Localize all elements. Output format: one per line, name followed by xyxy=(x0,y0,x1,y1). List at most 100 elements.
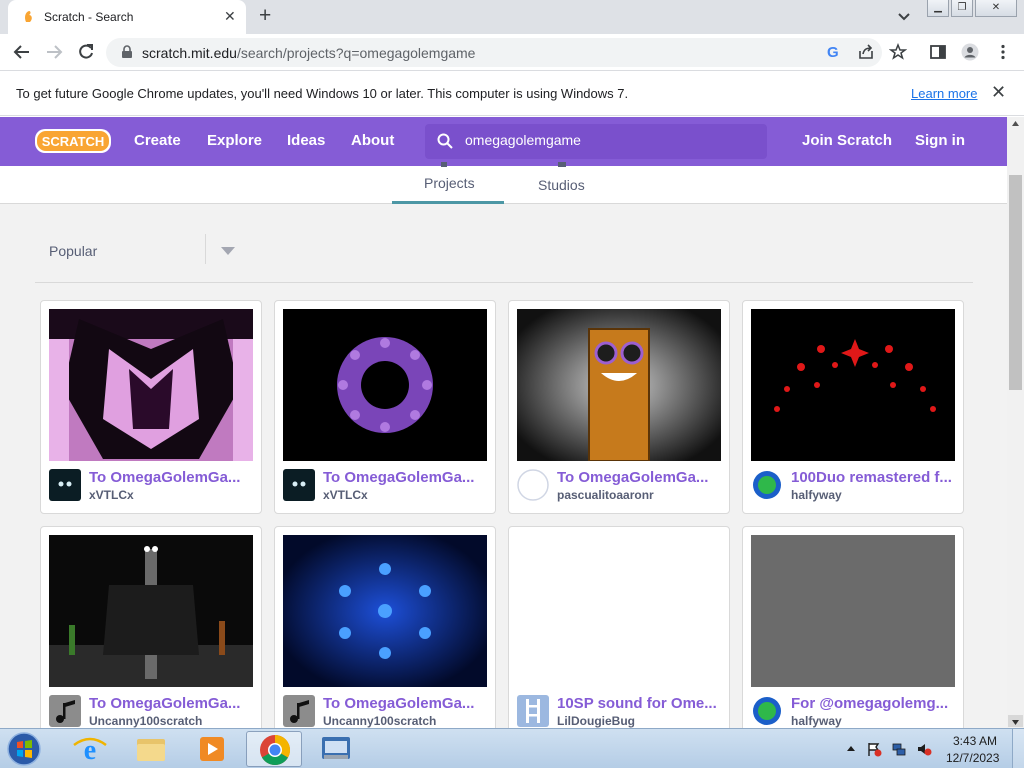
learn-more-link[interactable]: Learn more xyxy=(911,86,977,101)
tab-projects[interactable]: Projects xyxy=(424,175,475,191)
project-author[interactable]: LilDougieBug xyxy=(557,714,635,728)
project-thumbnail[interactable] xyxy=(49,309,253,461)
browser-tab-strip: Scratch - Search ✕ + ▁ ❐ ✕ xyxy=(0,0,1024,34)
restore-icon[interactable]: ❐ xyxy=(951,0,973,17)
network-icon[interactable] xyxy=(891,741,907,757)
project-thumbnail[interactable] xyxy=(49,535,253,687)
clock-time[interactable]: 3:43 AM xyxy=(953,734,997,748)
project-thumbnail[interactable] xyxy=(751,309,955,461)
update-info-bar: To get future Google Chrome updates, you… xyxy=(0,72,1024,116)
search-icon[interactable] xyxy=(437,133,453,149)
avatar[interactable] xyxy=(517,695,549,727)
project-author[interactable]: xVTLCx xyxy=(89,488,134,502)
address-bar[interactable]: scratch.mit.edu/search/projects?q=omegag… xyxy=(106,38,882,67)
search-input[interactable] xyxy=(465,132,755,148)
join-scratch-link[interactable]: Join Scratch xyxy=(802,132,892,149)
project-author[interactable]: xVTLCx xyxy=(323,488,368,502)
page-viewport: SCRATCH Create Explore Ideas About Join … xyxy=(0,117,1007,728)
lock-icon[interactable] xyxy=(120,45,134,59)
tab-close-icon[interactable]: ✕ xyxy=(224,8,236,24)
scroll-up-arrow-icon[interactable] xyxy=(1012,121,1019,126)
profile-avatar-icon[interactable] xyxy=(961,43,979,61)
avatar[interactable] xyxy=(49,695,81,727)
sort-dropdown[interactable]: Popular xyxy=(35,226,245,266)
show-desktop-button[interactable] xyxy=(1012,729,1024,768)
tab-studios[interactable]: Studios xyxy=(538,177,585,193)
volume-muted-icon[interactable] xyxy=(916,741,932,757)
project-card[interactable]: To OmegaGolemGa... pascualitoaaronr xyxy=(508,300,730,514)
sign-in-link[interactable]: Sign in xyxy=(915,132,965,149)
project-author[interactable]: pascualitoaaronr xyxy=(557,488,654,502)
show-hidden-icons-icon[interactable] xyxy=(843,741,859,757)
side-panel-icon[interactable] xyxy=(929,43,947,61)
start-button[interactable] xyxy=(4,730,44,768)
project-title[interactable]: To OmegaGolemGa... xyxy=(557,469,723,486)
nav-ideas[interactable]: Ideas xyxy=(287,132,325,149)
project-title[interactable]: To OmegaGolemGa... xyxy=(323,695,489,712)
avatar[interactable] xyxy=(49,469,81,501)
project-card[interactable]: To OmegaGolemGa... Uncanny100scratch xyxy=(40,526,262,728)
project-title[interactable]: 10SP sound for Ome... xyxy=(557,695,723,712)
studios-tab-icon xyxy=(558,162,566,167)
project-thumbnail[interactable] xyxy=(283,535,487,687)
bookmark-star-icon[interactable] xyxy=(889,43,907,61)
nav-explore[interactable]: Explore xyxy=(207,132,262,149)
minimize-icon[interactable]: ▁ xyxy=(927,0,949,17)
project-thumbnail[interactable] xyxy=(517,535,721,687)
avatar[interactable] xyxy=(283,469,315,501)
project-thumbnail[interactable] xyxy=(517,309,721,461)
new-tab-icon[interactable]: + xyxy=(259,5,271,27)
nav-create[interactable]: Create xyxy=(134,132,181,149)
project-thumbnail[interactable] xyxy=(751,535,955,687)
taskbar-media-player-icon[interactable] xyxy=(184,731,240,767)
sort-value: Popular xyxy=(49,243,98,259)
project-author[interactable]: halfyway xyxy=(791,488,842,502)
forward-arrow-icon[interactable] xyxy=(45,43,63,61)
scroll-down-arrow-icon[interactable] xyxy=(1008,715,1023,727)
taskbar-internet-explorer-icon[interactable]: e xyxy=(62,731,118,767)
project-title[interactable]: 100Duo remastered f... xyxy=(791,469,957,486)
window-close-icon[interactable]: ✕ xyxy=(975,0,1017,17)
reload-icon[interactable] xyxy=(77,43,95,61)
scrollbar-thumb[interactable] xyxy=(1009,175,1022,390)
taskbar-file-explorer-icon[interactable] xyxy=(123,731,179,767)
result-tabs: Projects Studios xyxy=(0,162,1007,204)
project-title[interactable]: For @omegagolemg... xyxy=(791,695,957,712)
project-card[interactable]: For @omegagolemg... halfyway xyxy=(742,526,964,728)
chrome-menu-icon[interactable] xyxy=(994,43,1012,61)
browser-tab[interactable]: Scratch - Search ✕ xyxy=(8,0,246,34)
avatar[interactable] xyxy=(283,695,315,727)
project-card[interactable]: 100Duo remastered f... halfyway xyxy=(742,300,964,514)
project-title[interactable]: To OmegaGolemGa... xyxy=(89,695,255,712)
tab-search-chevron-icon[interactable] xyxy=(896,8,912,24)
nav-about[interactable]: About xyxy=(351,132,394,149)
taskbar-keyboard-icon[interactable] xyxy=(308,731,364,767)
avatar[interactable] xyxy=(517,469,549,501)
page-scrollbar[interactable] xyxy=(1007,117,1024,728)
url-path: /search/projects?q=omegagolemgame xyxy=(236,45,476,61)
scratch-logo[interactable]: SCRATCH xyxy=(34,127,112,155)
avatar[interactable] xyxy=(751,469,783,501)
google-lens-icon[interactable]: G xyxy=(825,43,843,61)
url-text: scratch.mit.edu/search/projects?q=omegag… xyxy=(142,45,475,61)
project-thumbnail[interactable] xyxy=(283,309,487,461)
taskbar-chrome-icon[interactable] xyxy=(246,731,302,767)
share-icon[interactable] xyxy=(857,43,875,61)
clock-date[interactable]: 12/7/2023 xyxy=(946,751,999,765)
project-author[interactable]: Uncanny100scratch xyxy=(89,714,202,728)
project-card[interactable]: 10SP sound for Ome... LilDougieBug xyxy=(508,526,730,728)
project-card[interactable]: To OmegaGolemGa... Uncanny100scratch xyxy=(274,526,496,728)
window-controls: ▁ ❐ ✕ xyxy=(927,0,1019,18)
project-card[interactable]: To OmegaGolemGa... xVTLCx xyxy=(274,300,496,514)
svg-text:G: G xyxy=(827,44,839,61)
avatar[interactable] xyxy=(751,695,783,727)
action-center-flag-icon[interactable] xyxy=(866,741,882,757)
project-card[interactable]: To OmegaGolemGa... xVTLCx xyxy=(40,300,262,514)
project-author[interactable]: halfyway xyxy=(791,714,842,728)
browser-toolbar: scratch.mit.edu/search/projects?q=omegag… xyxy=(0,34,1024,71)
project-title[interactable]: To OmegaGolemGa... xyxy=(89,469,255,486)
project-title[interactable]: To OmegaGolemGa... xyxy=(323,469,489,486)
back-arrow-icon[interactable] xyxy=(13,43,31,61)
project-author[interactable]: Uncanny100scratch xyxy=(323,714,436,728)
info-bar-close-icon[interactable]: ✕ xyxy=(991,82,1006,102)
